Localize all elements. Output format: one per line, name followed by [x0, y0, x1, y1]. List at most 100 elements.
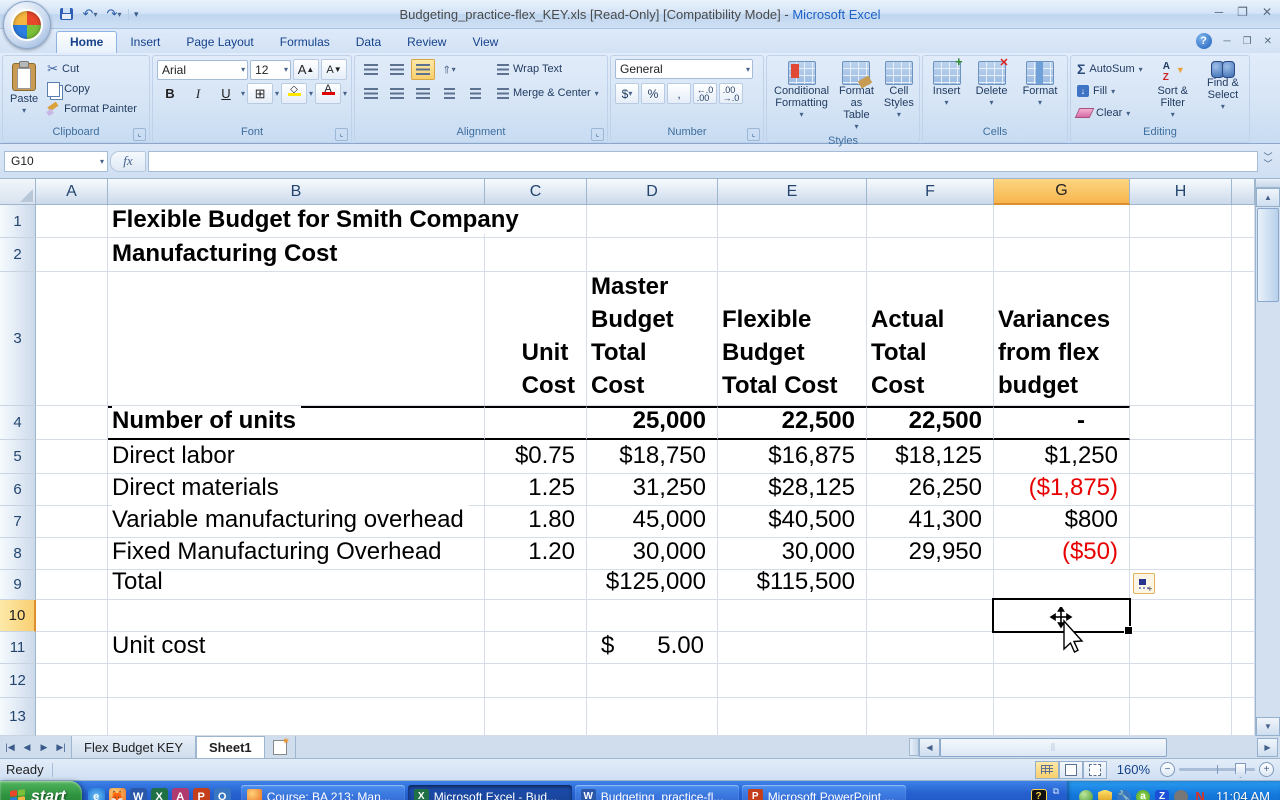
cell-A7[interactable] [36, 506, 108, 538]
cell-D13[interactable] [587, 698, 718, 736]
hide-icons-chevron[interactable]: ⧉▾ [1053, 786, 1059, 800]
cell-F8[interactable]: 29,950 [867, 538, 994, 570]
horizontal-scroll-thumb[interactable]: ⣿ [940, 737, 1167, 757]
tab-view[interactable]: View [459, 32, 511, 53]
decrease-indent-button[interactable] [437, 83, 461, 104]
cell-E3[interactable]: Flexible Budget Total Cost [718, 272, 867, 406]
cell-x12[interactable] [1232, 664, 1255, 698]
cell-D2[interactable] [587, 238, 718, 272]
insert-function-button[interactable]: fx [110, 150, 146, 172]
fill-color-button[interactable]: ◇ [281, 83, 308, 104]
cell-x9[interactable] [1232, 570, 1255, 600]
cell-C7[interactable]: 1.80 [485, 506, 587, 538]
bold-button[interactable]: B [157, 83, 183, 104]
cell-x7[interactable] [1232, 506, 1255, 538]
delete-cells-button[interactable]: Delete▾ [973, 57, 1011, 126]
cell-D4[interactable]: 25,000 [587, 406, 718, 440]
tab-review[interactable]: Review [394, 32, 459, 53]
align-center-button[interactable] [385, 83, 409, 104]
restore-button[interactable]: ❐ [1237, 5, 1248, 19]
cell-C12[interactable] [485, 664, 587, 698]
column-header-E[interactable]: E [718, 179, 867, 205]
cell-E10[interactable] [718, 600, 867, 632]
cell-B2[interactable]: Manufacturing Cost [108, 238, 485, 272]
last-sheet-button[interactable]: ▶| [54, 742, 68, 753]
column-header-F[interactable]: F [867, 179, 994, 205]
clear-button[interactable]: Clear ▾ [1074, 103, 1145, 123]
cell-C11[interactable] [485, 632, 587, 664]
scroll-up-button[interactable]: ▲ [1256, 188, 1280, 207]
copy-button[interactable]: Copy [45, 79, 139, 99]
tray-messenger-icon[interactable] [1079, 789, 1094, 800]
cell-C10[interactable] [485, 600, 587, 632]
increase-indent-button[interactable] [463, 83, 487, 104]
page-layout-view-button[interactable] [1058, 760, 1083, 779]
cell-C6[interactable]: 1.25 [485, 474, 587, 506]
cell-C4[interactable] [485, 406, 587, 440]
tab-home[interactable]: Home [56, 31, 118, 53]
zoom-out-button[interactable]: − [1160, 762, 1175, 777]
cell-E6[interactable]: $28,125 [718, 474, 867, 506]
page-break-view-button[interactable] [1082, 760, 1107, 779]
column-header-G[interactable]: G [994, 179, 1130, 205]
cell-C9[interactable] [485, 570, 587, 600]
cell-A10[interactable] [36, 600, 108, 632]
cell-F11[interactable] [867, 632, 994, 664]
zoom-level[interactable]: 160% [1117, 762, 1150, 777]
tray-tools-icon[interactable]: 🔧 [1117, 789, 1132, 800]
shrink-font-button[interactable]: A ▼ [321, 59, 347, 80]
redo-button[interactable]: ↷ ▾ [104, 5, 124, 23]
row-header-9[interactable]: 9 [0, 570, 36, 600]
cell-B5[interactable]: Direct labor [108, 440, 485, 474]
row-header-11[interactable]: 11 [0, 632, 36, 664]
cell-D11[interactable]: $5.00 [587, 632, 718, 664]
cell-B8[interactable]: Fixed Manufacturing Overhead [108, 538, 485, 570]
merge-center-button[interactable]: Merge & Center ▾ [495, 83, 601, 103]
cell-C13[interactable] [485, 698, 587, 736]
cell-A4[interactable] [36, 406, 108, 440]
cell-A8[interactable] [36, 538, 108, 570]
cell-D8[interactable]: 30,000 [587, 538, 718, 570]
cell-F5[interactable]: $18,125 [867, 440, 994, 474]
cell-H2[interactable] [1130, 238, 1232, 272]
fill-handle[interactable] [1124, 626, 1133, 635]
row-header-1[interactable]: 1 [0, 205, 36, 238]
cell-C2[interactable] [485, 238, 587, 272]
cell-E9[interactable]: $115,500 [718, 568, 867, 600]
row-header-12[interactable]: 12 [0, 664, 36, 698]
firefox-icon[interactable]: 🦊 [108, 788, 126, 800]
column-header-H[interactable]: H [1130, 179, 1232, 205]
cell-G8[interactable]: ($50) [994, 538, 1130, 570]
cell-G4[interactable]: - [994, 406, 1130, 440]
cell-x6[interactable] [1232, 474, 1255, 506]
name-box[interactable]: G10 ▾ [4, 150, 108, 172]
borders-button[interactable]: ⊞ [247, 83, 274, 104]
cell-B6[interactable]: Direct materials [108, 474, 485, 506]
cell-H11[interactable] [1130, 632, 1232, 664]
customize-qat-button[interactable]: ▾ [128, 8, 139, 20]
underline-button[interactable]: U [213, 83, 239, 104]
font-color-dropdown[interactable]: ▾ [343, 89, 347, 98]
cell-C8[interactable]: 1.20 [485, 538, 587, 570]
cell-C5[interactable]: $0.75 [485, 440, 587, 474]
task-course-ba213[interactable]: Course: BA 213: Man... [240, 784, 405, 800]
cell-A2[interactable] [36, 238, 108, 272]
workbook-close-button[interactable]: ✕ [1264, 36, 1272, 47]
cell-H12[interactable] [1130, 664, 1232, 698]
cell-D1[interactable] [587, 205, 718, 238]
cell-E1[interactable] [718, 205, 867, 238]
cell-A3[interactable] [36, 272, 108, 406]
tab-split-handle[interactable] [909, 738, 919, 756]
column-header-D[interactable]: D [587, 179, 718, 205]
cell-G1[interactable] [994, 205, 1130, 238]
column-header-C[interactable]: C [485, 179, 587, 205]
horizontal-scroll-track[interactable] [1167, 739, 1257, 756]
decrease-decimal-button[interactable]: .00 →.0 [719, 83, 743, 104]
cell-D9[interactable]: $125,000 [587, 568, 718, 600]
task-excel[interactable]: X Microsoft Excel - Bud... [407, 784, 572, 800]
cell-A13[interactable] [36, 698, 108, 736]
cell-B7[interactable]: Variable manufacturing overhead [108, 504, 485, 538]
cell-A11[interactable] [36, 632, 108, 664]
cell-C3[interactable]: Unit Cost [485, 272, 587, 406]
cell-F7[interactable]: 41,300 [867, 506, 994, 538]
